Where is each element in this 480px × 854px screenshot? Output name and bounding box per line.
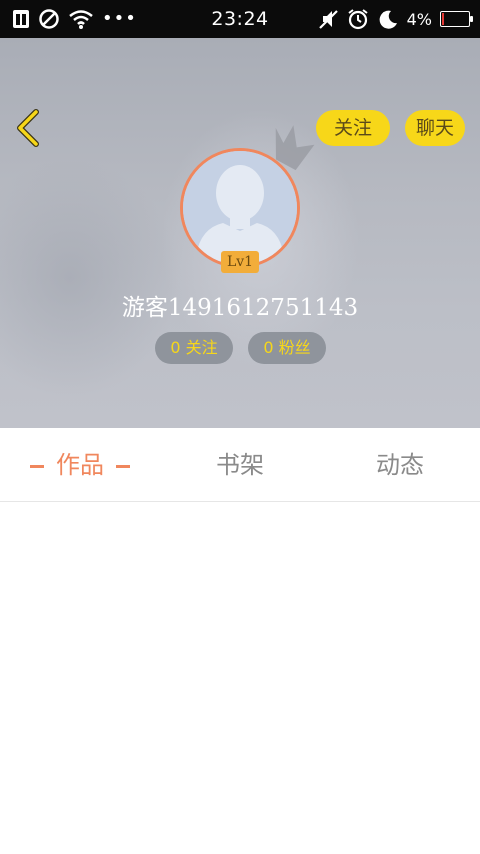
night-mode-icon — [379, 10, 397, 29]
active-tab-dash-left — [30, 464, 44, 468]
level-badge: Lv1 — [221, 251, 259, 273]
avatar[interactable] — [180, 148, 300, 268]
profile-header: 关注 聊天 Lv1 游客1491612751143 0 关注 0 粉丝 — [0, 38, 480, 428]
chat-button[interactable]: 聊天 — [405, 110, 465, 146]
fans-count-button[interactable]: 0 粉丝 — [248, 332, 326, 364]
tab-works-label: 作品 — [56, 451, 104, 479]
follow-button[interactable]: 关注 — [316, 110, 390, 146]
tab-content-area — [0, 503, 480, 854]
tab-bookshelf-label: 书架 — [216, 451, 264, 479]
alarm-icon — [348, 9, 368, 30]
tab-bookshelf[interactable]: 书架 — [160, 428, 320, 501]
status-bar: ••• 23:24 4% — [0, 0, 480, 38]
username: 游客1491612751143 — [121, 295, 359, 321]
status-right-icons: 4% — [317, 7, 473, 31]
tab-works[interactable]: 作品 — [0, 428, 160, 501]
profile-tabs: 作品 书架 动态 — [0, 428, 480, 502]
battery-percent: 4% — [406, 9, 432, 29]
mute-icon — [318, 10, 338, 29]
tab-activity-label: 动态 — [376, 451, 424, 479]
battery-icon — [440, 11, 473, 27]
active-tab-dash-right — [116, 464, 130, 468]
default-user-icon — [183, 151, 297, 265]
back-arrow-icon[interactable] — [12, 108, 46, 148]
tab-activity[interactable]: 动态 — [320, 428, 480, 501]
following-count-button[interactable]: 0 关注 — [155, 332, 233, 364]
